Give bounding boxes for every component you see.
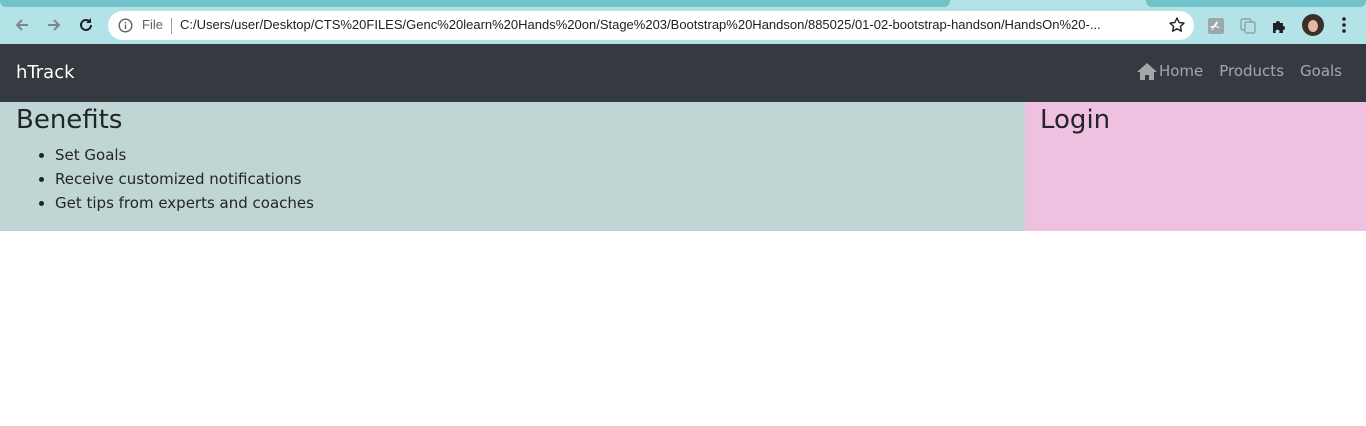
profile-avatar[interactable] (1302, 14, 1324, 36)
forward-icon[interactable] (40, 11, 68, 39)
home-icon (1136, 62, 1158, 80)
navbar: hTrack Home Products Goals (0, 44, 1366, 102)
reload-icon[interactable] (72, 11, 100, 39)
list-item: Set Goals (55, 143, 1009, 167)
nav-links: Home Products Goals (1136, 62, 1342, 80)
pdf-extension-icon[interactable] (1207, 17, 1225, 35)
address-bar[interactable]: File C:/Users/user/Desktop/CTS%20FILES/G… (108, 11, 1194, 40)
kebab-menu-icon[interactable] (1336, 13, 1352, 37)
inactive-tab-strip-right[interactable] (1146, 0, 1366, 7)
star-icon[interactable] (1168, 16, 1186, 34)
browser-toolbar: File C:/Users/user/Desktop/CTS%20FILES/G… (0, 7, 1366, 44)
benefits-section: Benefits Set Goals Receive customized no… (0, 102, 1025, 231)
puzzle-extensions-icon[interactable] (1270, 17, 1288, 35)
info-icon[interactable] (118, 18, 133, 33)
url-scheme-label: File (142, 17, 163, 32)
nav-link-goals[interactable]: Goals (1300, 62, 1342, 80)
list-item: Get tips from experts and coaches (55, 191, 1009, 215)
login-section: Login (1025, 102, 1366, 231)
inactive-tab-strip[interactable] (0, 0, 950, 7)
nav-link-products[interactable]: Products (1219, 62, 1284, 80)
benefits-list: Set Goals Receive customized notificatio… (16, 143, 1009, 215)
back-icon[interactable] (8, 11, 36, 39)
nav-link-home[interactable]: Home (1136, 62, 1203, 80)
benefits-title: Benefits (16, 105, 123, 135)
copy-extension-icon[interactable] (1239, 17, 1257, 35)
url-text[interactable]: C:/Users/user/Desktop/CTS%20FILES/Genc%2… (180, 17, 1164, 32)
list-item: Receive customized notifications (55, 167, 1009, 191)
login-title: Login (1040, 105, 1111, 135)
browser-tabstrip (0, 0, 1366, 7)
nav-link-home-label: Home (1158, 62, 1204, 80)
address-separator (171, 18, 172, 34)
navbar-brand[interactable]: hTrack (16, 62, 75, 83)
